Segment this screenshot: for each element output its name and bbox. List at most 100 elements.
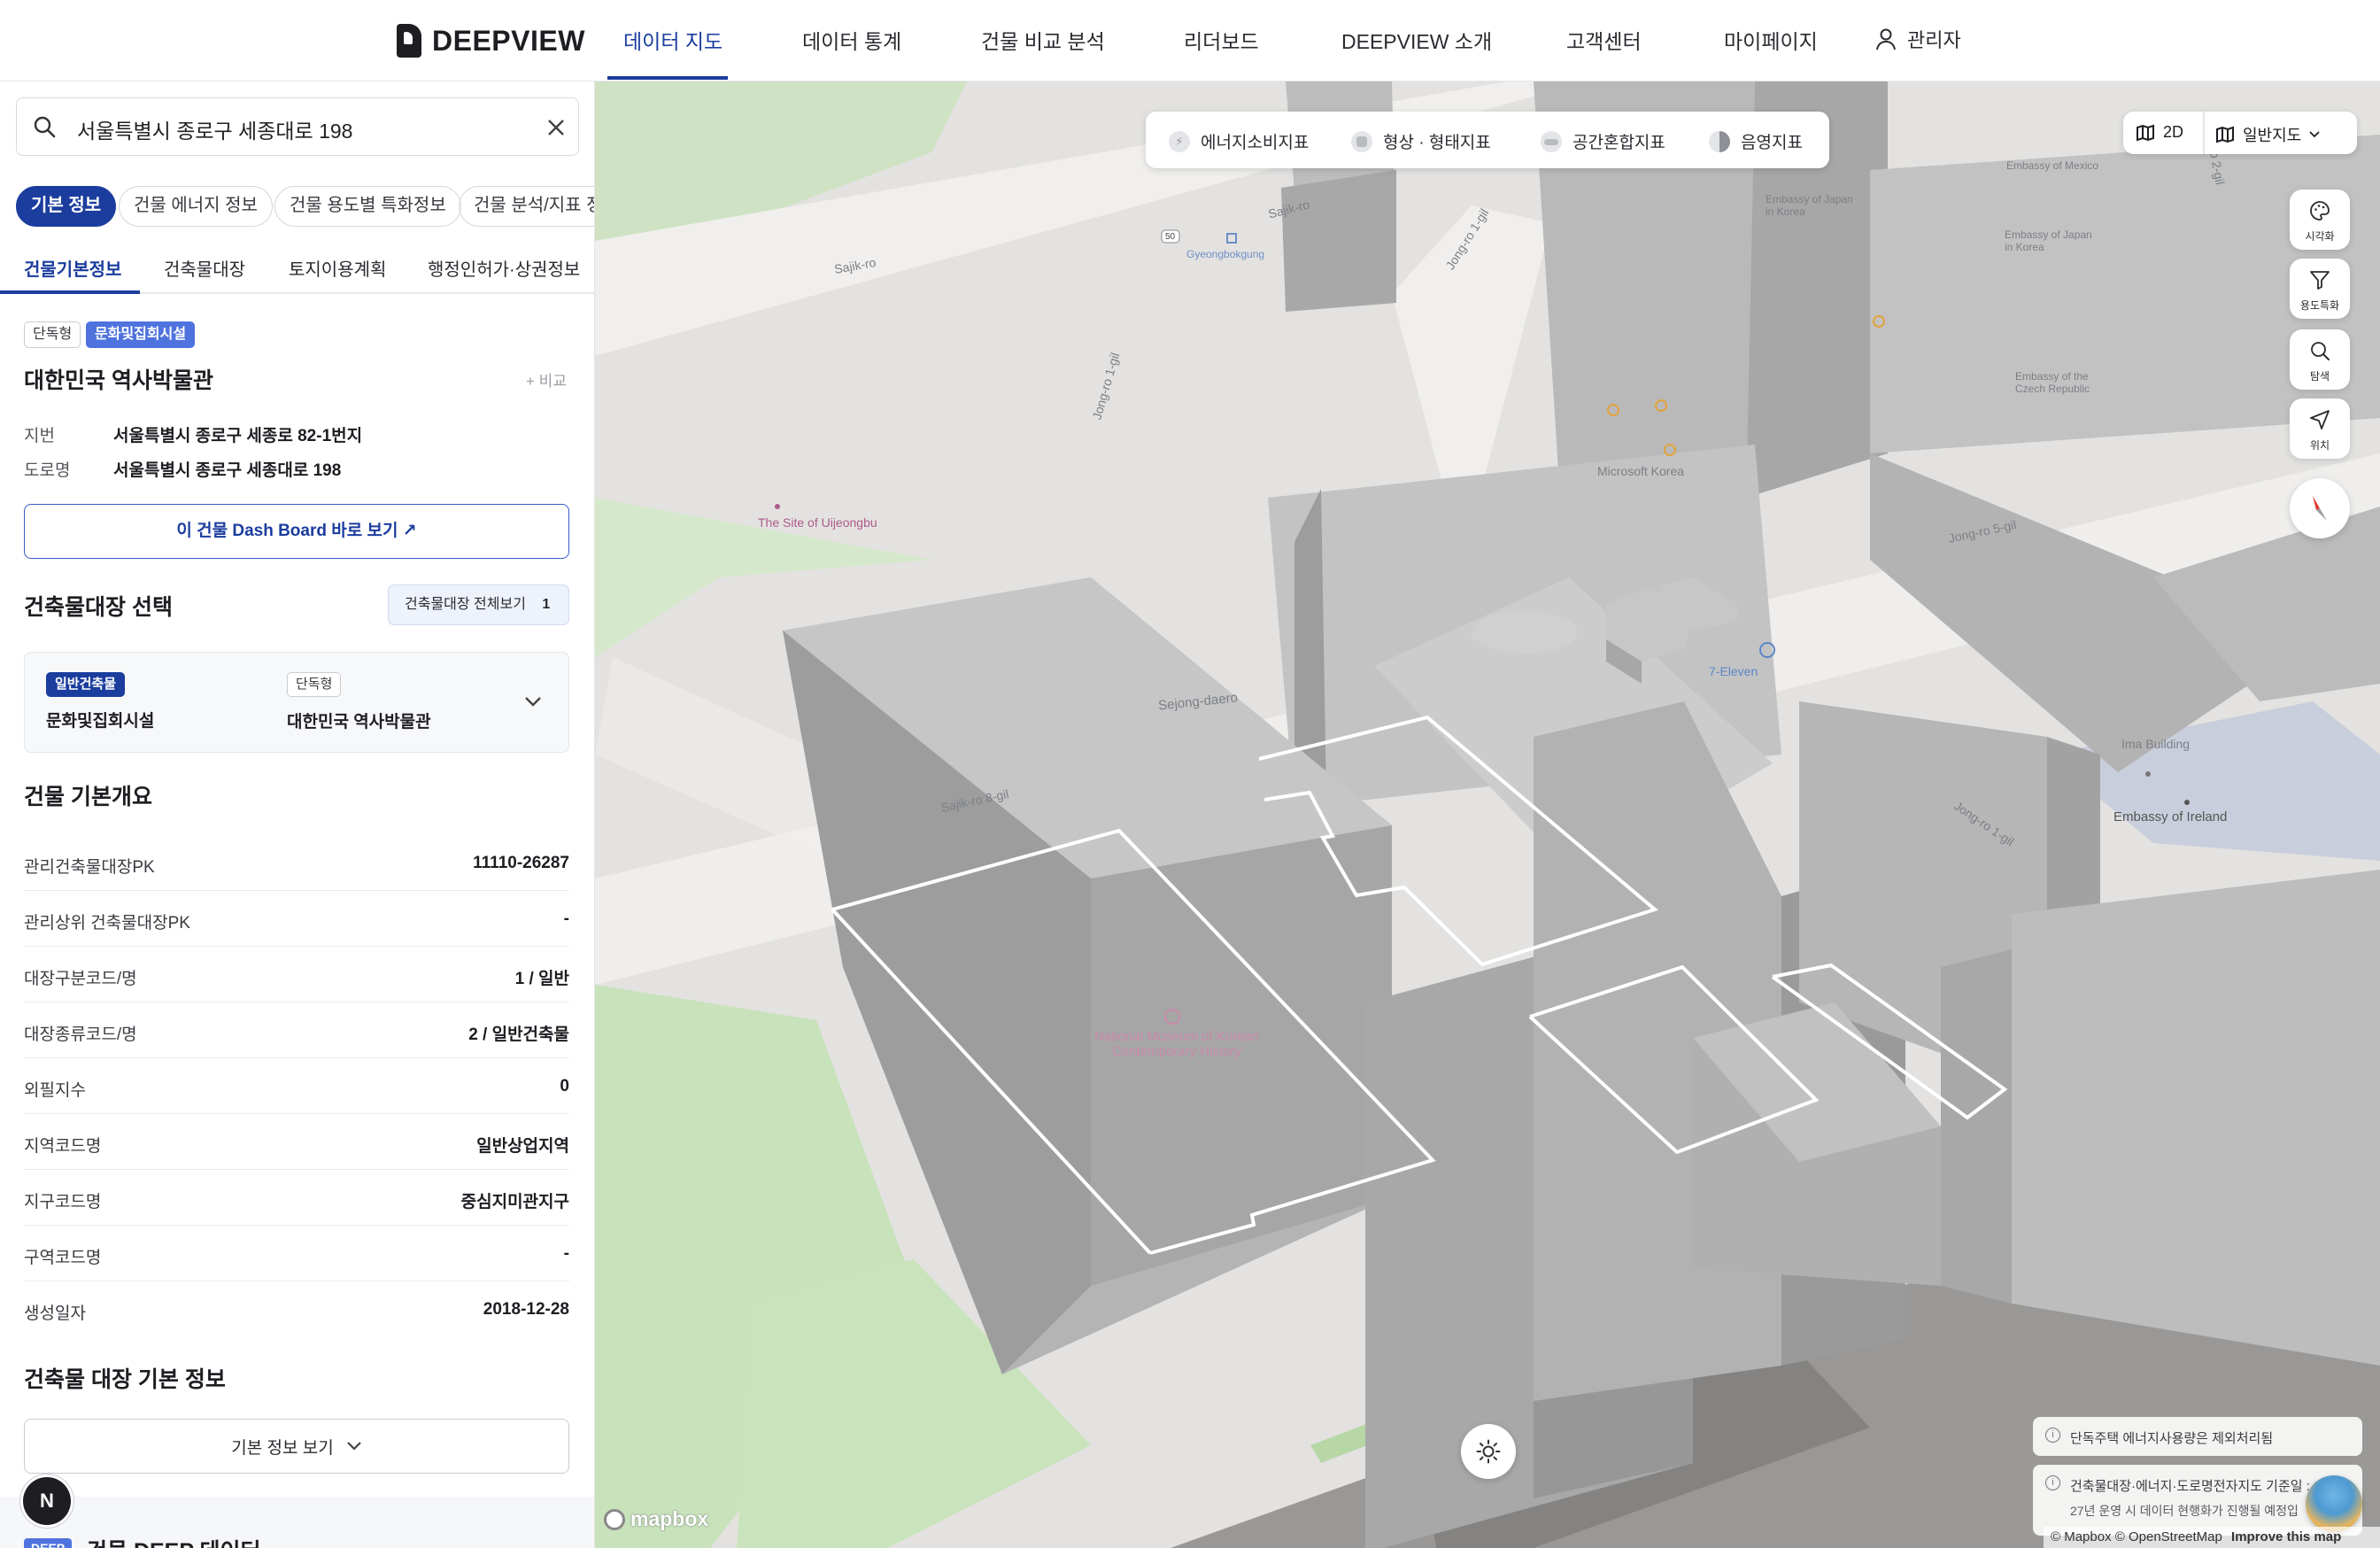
info-icon: i bbox=[2045, 1475, 2060, 1490]
palette-icon bbox=[2310, 201, 2330, 221]
jibun-label: 지번 bbox=[24, 427, 55, 445]
filter-icon bbox=[2310, 271, 2330, 290]
poi-mexico-embassy[interactable]: Embassy of Mexico bbox=[2006, 159, 2098, 172]
register-basic-button[interactable]: 기본 정보 보기 bbox=[24, 1419, 569, 1474]
nav-support[interactable]: 고객센터 bbox=[1566, 25, 1642, 55]
poi-japan-embassy-2[interactable]: Embassy of Japan in Korea bbox=[2005, 228, 2102, 253]
indicator-shape[interactable]: 형상 · 형태지표 bbox=[1351, 129, 1491, 153]
poi-museum[interactable]: National Museum of Korean Contemporary H… bbox=[1093, 1029, 1261, 1059]
poi-gyeongbokgung[interactable]: Gyeongbokgung bbox=[1186, 248, 1264, 260]
compare-button[interactable]: + 비교 bbox=[526, 368, 567, 391]
poi-uijeongbu[interactable]: The Site of Uijeongbu bbox=[758, 515, 877, 530]
table-row: 대장구분코드/명 1 / 일반 bbox=[24, 948, 569, 1002]
search-input[interactable]: 서울특별시 종로구 세종대로 198 bbox=[77, 114, 352, 144]
sidebar-panel: 서울특별시 종로구 세종대로 198 기본 정보 건물 에너지 정보 건물 용도… bbox=[0, 81, 595, 1548]
location-button[interactable]: 위치 bbox=[2290, 399, 2350, 459]
building-name: 대한민국 역사박물관 bbox=[24, 368, 213, 393]
chip-energy-info[interactable]: 건물 에너지 정보 bbox=[119, 186, 273, 227]
nav-building-compare[interactable]: 건물 비교 분석 bbox=[981, 25, 1105, 55]
row-value: 중심지미관지구 bbox=[460, 1193, 569, 1211]
table-row: 대장종류코드/명 2 / 일반건축물 bbox=[24, 1003, 569, 1058]
search-icon bbox=[2311, 342, 2330, 360]
dashboard-button[interactable]: 이 건물 Dash Board 바로 보기 ↗ bbox=[24, 504, 569, 559]
route-shield: 50 bbox=[1165, 232, 1176, 242]
indicator-shadow[interactable]: 음영지표 bbox=[1709, 129, 1803, 153]
poi-microsoft[interactable]: Microsoft Korea bbox=[1597, 464, 1684, 478]
indicator-shape-label: 형상 · 형태지표 bbox=[1383, 134, 1491, 152]
poi-japan-embassy-1[interactable]: Embassy of Japan in Korea bbox=[1766, 193, 1863, 218]
map-type-select[interactable]: 일반지도 bbox=[2215, 123, 2320, 146]
mapbox-logo[interactable]: mapbox bbox=[604, 1507, 708, 1531]
register-select-title: 건축물대장 선택 bbox=[24, 595, 173, 620]
register-view-all-button[interactable]: 건축물대장 전체보기 1 bbox=[388, 584, 569, 625]
row-value: 11110-26287 bbox=[473, 854, 569, 872]
chevron-down-icon bbox=[2309, 131, 2320, 138]
poi-seven-eleven[interactable]: 7-Eleven bbox=[1709, 664, 1758, 678]
attribution-text[interactable]: © Mapbox © OpenStreetMap bbox=[2051, 1529, 2222, 1544]
deep-badge: DEEP bbox=[24, 1538, 73, 1548]
subtab-building-basic[interactable]: 건물기본정보 bbox=[24, 255, 121, 281]
table-row: 구역코드명 - bbox=[24, 1227, 569, 1281]
subtab-land-use[interactable]: 토지이용계획 bbox=[289, 255, 386, 281]
map-type-label: 일반지도 bbox=[2243, 127, 2302, 144]
chip-usage-info[interactable]: 건물 용도별 특화정보 bbox=[274, 186, 461, 227]
register-basic-button-label: 기본 정보 보기 bbox=[231, 1438, 334, 1458]
poi-ireland-embassy[interactable]: Embassy of Ireland bbox=[2113, 809, 2227, 824]
register-card[interactable]: 일반건축물 문화및집회시설 단독형 대한민국 역사박물관 bbox=[24, 652, 569, 753]
row-value: - bbox=[563, 909, 569, 928]
chip-analysis-info[interactable]: 건물 분석/지표 정 bbox=[459, 186, 594, 227]
nav-active-indicator bbox=[607, 76, 728, 80]
nav-data-map[interactable]: 데이터 지도 bbox=[623, 25, 722, 55]
nav-leaderboard[interactable]: 리더보드 bbox=[1184, 25, 1259, 55]
road-label: 도로명 bbox=[24, 461, 71, 480]
explore-button[interactable]: 탐색 bbox=[2290, 329, 2350, 390]
mapbox-wordmark: mapbox bbox=[630, 1507, 709, 1530]
avatar[interactable]: N bbox=[23, 1477, 71, 1525]
visualize-label: 시각화 bbox=[2305, 230, 2335, 243]
map-view[interactable]: Sajik-ro Sajik-ro Sajik-ro 8-gil Sejong-… bbox=[595, 81, 2380, 1548]
compass-button[interactable] bbox=[2290, 478, 2350, 538]
user-menu[interactable]: 관리자 bbox=[1875, 25, 1961, 53]
brand-logo[interactable]: DEEPVIEW bbox=[397, 24, 585, 58]
hexagon-icon bbox=[1351, 130, 1372, 152]
row-key: 생성일자 bbox=[24, 1304, 86, 1323]
chatbot-avatar[interactable] bbox=[2306, 1475, 2362, 1532]
table-row: 생성일자 2018-12-28 bbox=[24, 1282, 569, 1337]
table-row: 지구코드명 중심지미관지구 bbox=[24, 1171, 569, 1226]
badge-building-use: 문화및집회시설 bbox=[86, 321, 196, 348]
location-label: 위치 bbox=[2309, 439, 2330, 452]
row-value: - bbox=[563, 1244, 569, 1263]
notice-data-update-text: 27년 운영 시 데이터 현행화가 진행될 예정입 bbox=[2070, 1504, 2299, 1518]
subtab-building-register[interactable]: 건축물대장 bbox=[164, 255, 245, 281]
search-box[interactable]: 서울특별시 종로구 세종대로 198 bbox=[16, 97, 579, 156]
notice-data-basis-text: 건축물대장·에너지·도로명전자지도 기준일 : 2 bbox=[2070, 1479, 2322, 1494]
view-mode-label: 2D bbox=[2163, 123, 2184, 141]
chevron-down-icon bbox=[525, 697, 541, 707]
poi-ima-building[interactable]: Ima Building bbox=[2121, 737, 2190, 751]
clear-search-icon[interactable] bbox=[546, 118, 566, 137]
search-icon bbox=[34, 116, 56, 138]
road-value: 서울특별시 종로구 세종대로 198 bbox=[113, 461, 342, 480]
improve-map-link[interactable]: Improve this map bbox=[2231, 1529, 2341, 1544]
indicator-energy[interactable]: ⚡ 에너지소비지표 bbox=[1169, 129, 1309, 153]
half-circle-icon bbox=[1709, 130, 1730, 152]
row-key: 외필지수 bbox=[24, 1081, 86, 1100]
nav-about[interactable]: DEEPVIEW 소개 bbox=[1341, 25, 1492, 55]
nav-data-stats[interactable]: 데이터 통계 bbox=[802, 25, 901, 55]
map-attribution: © Mapbox © OpenStreetMap Improve this ma… bbox=[2044, 1527, 2380, 1548]
row-value: 2 / 일반건축물 bbox=[468, 1026, 569, 1044]
indicator-space-mix[interactable]: 공간혼합지표 bbox=[1541, 129, 1665, 153]
nav-mypage[interactable]: 마이페이지 bbox=[1724, 25, 1818, 55]
poi-czech-embassy[interactable]: Embassy of the Czech Republic bbox=[2015, 370, 2121, 395]
row-key: 지역코드명 bbox=[24, 1137, 102, 1156]
deep-data-title: 건물 DEEP 데이터 bbox=[87, 1534, 261, 1548]
subtab-permit-commerce[interactable]: 행정인허가·상권정보 bbox=[428, 255, 580, 281]
chip-basic-info[interactable]: 기본 정보 bbox=[16, 186, 117, 227]
indicator-bar: ⚡ 에너지소비지표 형상 · 형태지표 공간혼합지표 음영지표 bbox=[1146, 112, 1829, 168]
visualize-button[interactable]: 시각화 bbox=[2290, 190, 2350, 250]
view-2d-button[interactable]: 2D bbox=[2136, 123, 2183, 142]
lighting-button[interactable] bbox=[1461, 1424, 1516, 1479]
map-canvas[interactable] bbox=[595, 81, 2380, 1548]
usage-filter-button[interactable]: 용도특화 bbox=[2290, 259, 2350, 319]
map-icon bbox=[2137, 124, 2154, 141]
